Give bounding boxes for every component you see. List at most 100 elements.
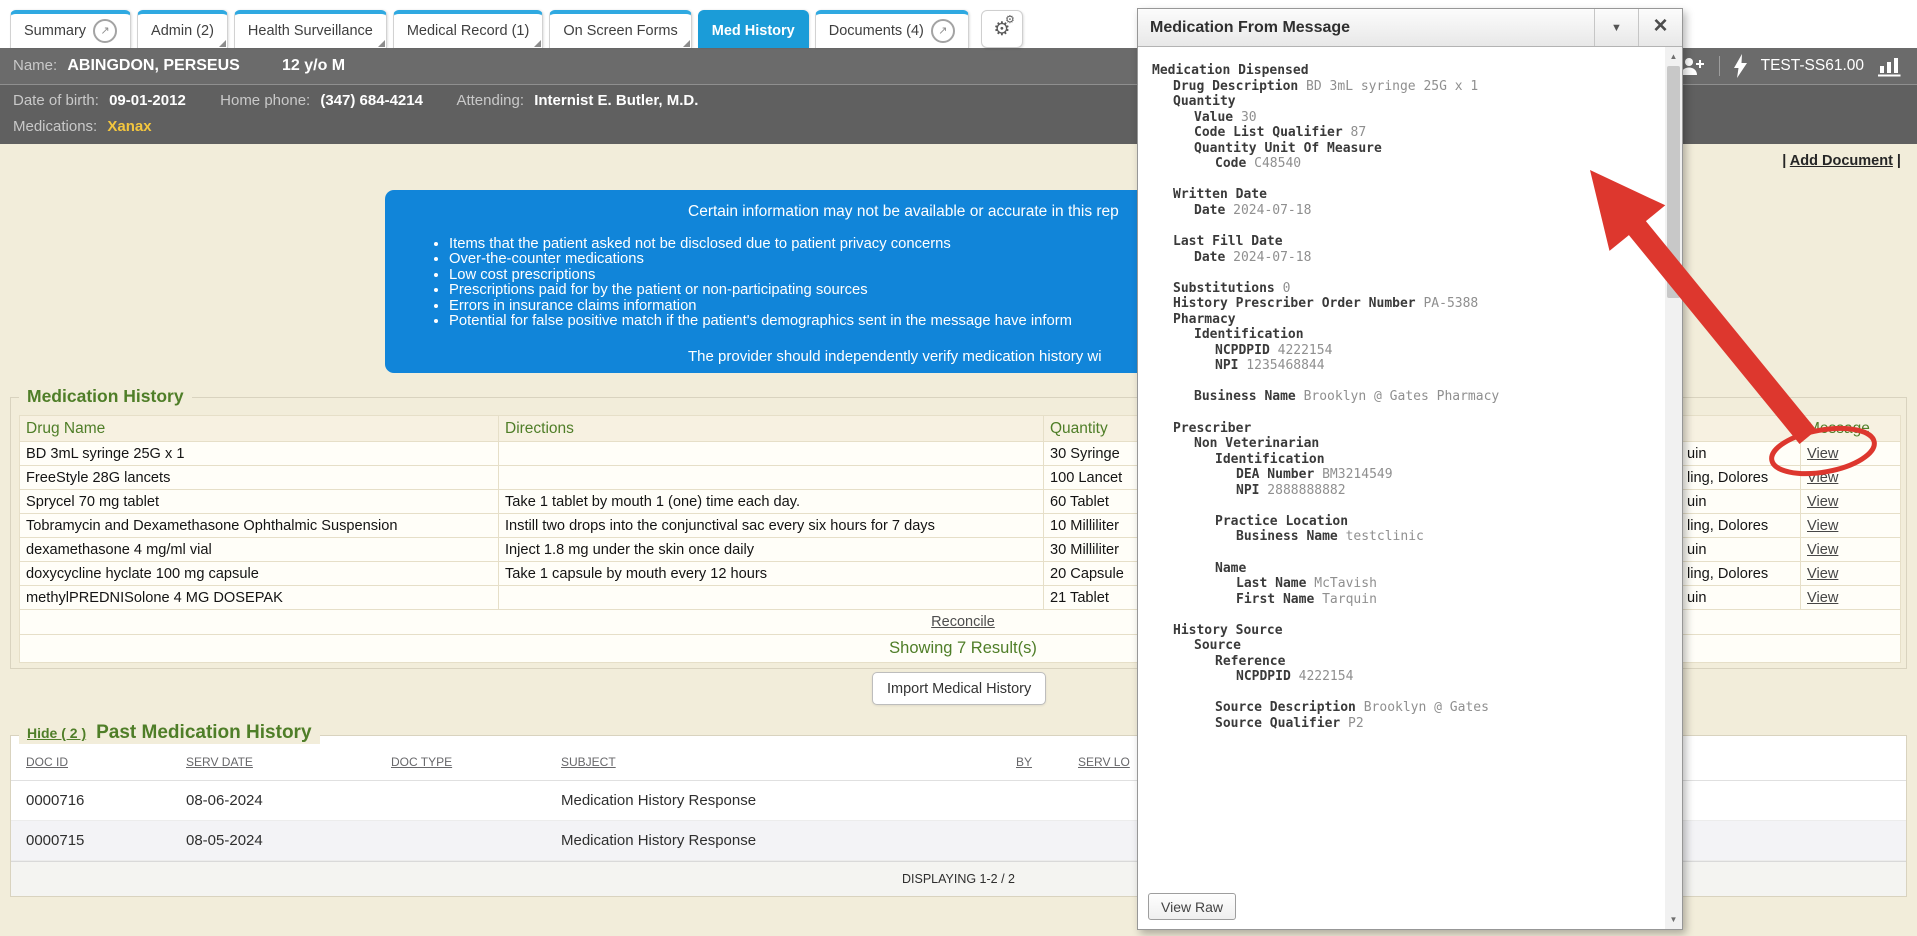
directions-cell: Inject 1.8 mg under the skin once daily [499, 538, 1044, 562]
tree-value: 1235468844 [1238, 358, 1324, 373]
tab-on-screen-forms[interactable]: On Screen Forms [549, 10, 691, 48]
dialog-scrollbar[interactable]: ▲ ▼ [1665, 47, 1682, 929]
external-arrow-icon[interactable]: ↗ [931, 19, 955, 43]
view-message-link[interactable]: View [1807, 566, 1838, 582]
tab-documents-4-[interactable]: Documents (4)↗ [815, 10, 969, 48]
reconcile-link[interactable]: Reconcile [931, 614, 995, 630]
serv-date-cell: 08-06-2024 [181, 780, 386, 820]
tree-line: NCPDPID 4222154 [1152, 669, 1660, 685]
sort-link[interactable]: DOC TYPE [391, 755, 452, 769]
tree-label: Prescriber [1173, 421, 1251, 436]
tree-value: 2024-07-18 [1225, 203, 1311, 218]
view-message-link[interactable]: View [1807, 470, 1838, 486]
dropdown-fold-icon [378, 40, 385, 47]
tree-line: Identification [1152, 452, 1660, 468]
scroll-down-icon[interactable]: ▼ [1665, 911, 1682, 928]
name-label: Name: [13, 57, 57, 74]
tree-line: Prescriber [1152, 421, 1660, 437]
prescriber-cell: ling, Dolores [1681, 514, 1801, 538]
tree-value: Tarquin [1314, 592, 1377, 607]
external-arrow-icon[interactable]: ↗ [93, 19, 117, 43]
tree-value: Brooklyn @ Gates Pharmacy [1296, 389, 1500, 404]
sort-link[interactable]: DOC ID [26, 755, 68, 769]
lightning-icon[interactable] [1734, 54, 1747, 78]
directions-cell: Take 1 capsule by mouth every 12 hours [499, 562, 1044, 586]
tree-label: Quantity Unit Of Measure [1194, 141, 1382, 156]
tree-label: NPI [1236, 483, 1259, 498]
tree-label: Practice Location [1215, 514, 1348, 529]
scroll-up-icon[interactable]: ▲ [1665, 48, 1682, 65]
drug-name-cell: Sprycel 70 mg tablet [20, 490, 499, 514]
view-message-link[interactable]: View [1807, 590, 1838, 606]
prescriber-cell: uin [1681, 538, 1801, 562]
tree-line: Source [1152, 638, 1660, 654]
tree-label: Last Fill Date [1173, 234, 1283, 249]
sort-link[interactable]: SERV DATE [186, 755, 253, 769]
medications-value[interactable]: Xanax [107, 118, 151, 135]
tab-medical-record-1-[interactable]: Medical Record (1) [393, 10, 544, 48]
tree-line: Last Name McTavish [1152, 576, 1660, 592]
tree-line: Date 2024-07-18 [1152, 250, 1660, 266]
settings-button[interactable]: ⚙⚙ [981, 10, 1023, 48]
dropdown-fold-icon [683, 40, 690, 47]
tree-value: C48540 [1246, 156, 1301, 171]
column-header-by: BY [1011, 744, 1073, 780]
tree-label: First Name [1236, 592, 1314, 607]
disclaimer-bullet: Items that the patient asked not be disc… [449, 237, 1072, 252]
tree-label: Reference [1215, 654, 1285, 669]
view-raw-button[interactable]: View Raw [1148, 893, 1236, 920]
tree-label: History Source [1173, 623, 1283, 638]
tree-line: Practice Location [1152, 514, 1660, 530]
view-message-link[interactable]: View [1807, 542, 1838, 558]
tab-label: Medical Record (1) [407, 23, 530, 39]
close-button[interactable]: × [1638, 9, 1682, 46]
view-message-link[interactable]: View [1807, 494, 1838, 510]
doc-type-cell [386, 820, 556, 860]
tree-label: Quantity [1173, 94, 1236, 109]
subject-cell: Medication History Response [556, 820, 1011, 860]
tree-label: Written Date [1173, 187, 1267, 202]
tab-med-history[interactable]: Med History [698, 10, 809, 48]
sort-link[interactable]: SERV LO [1078, 755, 1130, 769]
tree-line: Reference [1152, 654, 1660, 670]
caret-down-icon: ▼ [1611, 22, 1622, 34]
tree-label: Source Description [1215, 700, 1356, 715]
view-message-link[interactable]: View [1807, 518, 1838, 534]
tree-line: NCPDPID 4222154 [1152, 343, 1660, 359]
tree-line: Non Veterinarian [1152, 436, 1660, 452]
dob-value: 09-01-2012 [109, 92, 186, 109]
collapse-button[interactable]: ▼ [1594, 9, 1638, 46]
tree-label: Substitutions [1173, 281, 1275, 296]
directions-cell: Instill two drops into the conjunctival … [499, 514, 1044, 538]
view-message-link[interactable]: View [1807, 446, 1838, 462]
tree-label: Date [1194, 250, 1225, 265]
tab-summary[interactable]: Summary↗ [10, 10, 131, 48]
directions-cell [499, 586, 1044, 610]
disclaimer-bullet: Prescriptions paid for by the patient or… [449, 283, 1072, 298]
sort-link[interactable]: BY [1016, 755, 1032, 769]
tab-health-surveillance[interactable]: Health Surveillance [234, 10, 387, 48]
tab-admin-2-[interactable]: Admin (2) [137, 10, 228, 48]
scrollbar-thumb[interactable] [1667, 66, 1680, 298]
patient-age-sex: 12 y/o M [282, 57, 345, 74]
tree-label: Identification [1215, 452, 1325, 467]
column-header-subject: SUBJECT [556, 744, 1011, 780]
tree-label: Last Name [1236, 576, 1306, 591]
drug-name-cell: FreeStyle 28G lancets [20, 466, 499, 490]
tree-line: Drug Description BD 3mL syringe 25G x 1 [1152, 79, 1660, 95]
tab-label: On Screen Forms [563, 23, 677, 39]
dob-label: Date of birth: [13, 92, 99, 109]
disclaimer-bullet: Over-the-counter medications [449, 252, 1072, 267]
tree-label: Code List Qualifier [1194, 125, 1343, 140]
disclaimer-bullet: Errors in insurance claims information [449, 299, 1072, 314]
doc-id-cell: 0000715 [11, 820, 181, 860]
prescriber-cell: uin [1681, 586, 1801, 610]
add-document-link[interactable]: Add Document [1790, 153, 1893, 169]
chart-icon[interactable] [1878, 55, 1903, 77]
tree-blank-line [1152, 374, 1660, 390]
sort-link[interactable]: SUBJECT [561, 755, 616, 769]
tree-value: P2 [1340, 716, 1363, 731]
hide-link[interactable]: Hide ( 2 ) [27, 725, 86, 741]
past-medication-history-title: Past Medication History [96, 722, 311, 743]
import-medical-history-button[interactable]: Import Medical History [872, 672, 1046, 705]
